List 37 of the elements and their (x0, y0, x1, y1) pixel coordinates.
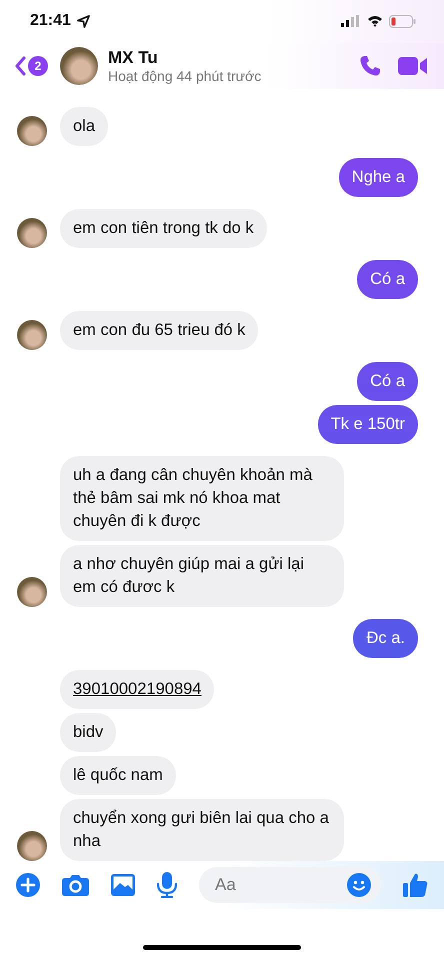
microphone-icon[interactable] (157, 872, 177, 898)
sender-avatar (17, 577, 47, 608)
wifi-icon (367, 15, 383, 28)
unread-badge: 2 (28, 56, 48, 76)
camera-icon[interactable] (62, 874, 89, 896)
message-bubble: uh a đang cân chuyên khoản mà thẻ bâm sai mk nó khoa mat chuyên đi k được (60, 456, 344, 542)
battery-icon (389, 14, 416, 28)
message-bubble: em con tiên trong tk do k (60, 209, 267, 248)
message-bubble: chuyển xong gưi biên lai qua cho a nha (60, 799, 344, 862)
message-bubble[interactable]: 39010002190894 (60, 670, 214, 710)
video-camera-icon[interactable] (398, 56, 428, 76)
message-input[interactable]: Aa (199, 867, 381, 904)
add-icon[interactable] (16, 873, 40, 898)
image-icon[interactable] (111, 874, 135, 896)
message-bubble: Có a (357, 260, 418, 300)
message-bubble: Tk e 150tr (318, 405, 418, 444)
status-time: 21:41 (30, 12, 71, 30)
message-bubble: Đc a. (353, 619, 418, 658)
sender-avatar (17, 831, 47, 862)
message-bubble: em con đu 65 trieu đó k (60, 311, 258, 350)
sender-avatar (17, 116, 47, 146)
sender-avatar (17, 218, 47, 248)
message-bubble: lê quốc nam (60, 756, 176, 796)
sender-avatar (17, 320, 47, 350)
location-arrow-icon (76, 14, 90, 28)
thumbs-up-icon[interactable] (403, 872, 428, 898)
message-bubble: a nhơ chuyên giúp mai a gửi lại em có đươc k (60, 545, 344, 608)
phone-icon[interactable] (358, 54, 382, 78)
signal-icon (341, 15, 361, 28)
message-bubble: bidv (60, 713, 116, 752)
message-bubble: Nghe a (338, 158, 418, 198)
emoji-icon[interactable] (347, 873, 371, 898)
contact-avatar (60, 47, 98, 86)
contact-name: MX Tu (108, 48, 159, 68)
active-status: Hoạt động 44 phút trước (108, 68, 262, 84)
message-bubble: Có a (357, 362, 418, 402)
message-bubble: ola (60, 107, 108, 146)
